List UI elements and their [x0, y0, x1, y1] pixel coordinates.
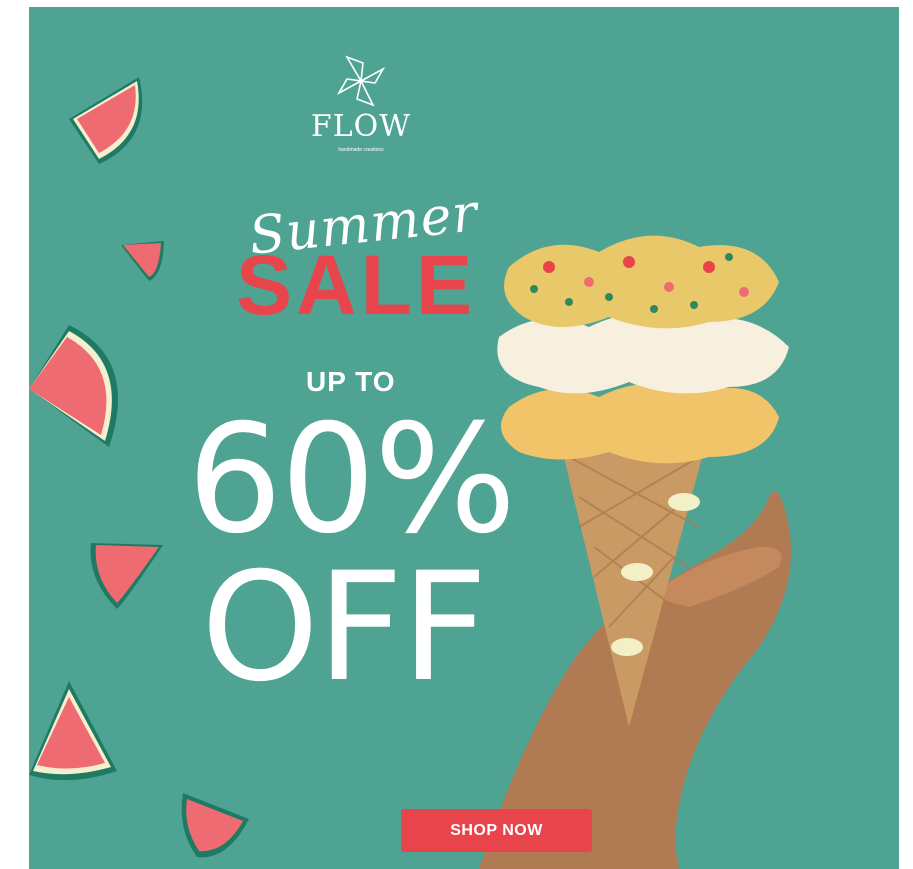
watermelon-slice-icon: [69, 77, 143, 164]
brand-logo[interactable]: FLOW handmade creations: [301, 53, 421, 153]
watermelon-slice-icon: [181, 793, 249, 858]
pinwheel-icon: [337, 55, 385, 107]
watermelon-slice-icon: [29, 681, 117, 781]
discount-percent: 60%: [187, 393, 516, 567]
scrunchie-ice-cream-cone-photo: [479, 235, 791, 869]
watermelon-slice-icon: [121, 241, 164, 281]
off-label: OFF: [201, 541, 488, 715]
brand-name: FLOW: [310, 109, 412, 144]
shop-now-button[interactable]: SHOP NOW: [401, 809, 592, 852]
sale-headline: SALE: [236, 238, 477, 332]
watermelon-slice-icon: [29, 325, 118, 447]
watermelon-slice-icon: [90, 543, 163, 609]
promo-banner: FLOW handmade creations Summer SALE UP T…: [29, 7, 899, 869]
brand-tagline: handmade creations: [338, 147, 384, 153]
